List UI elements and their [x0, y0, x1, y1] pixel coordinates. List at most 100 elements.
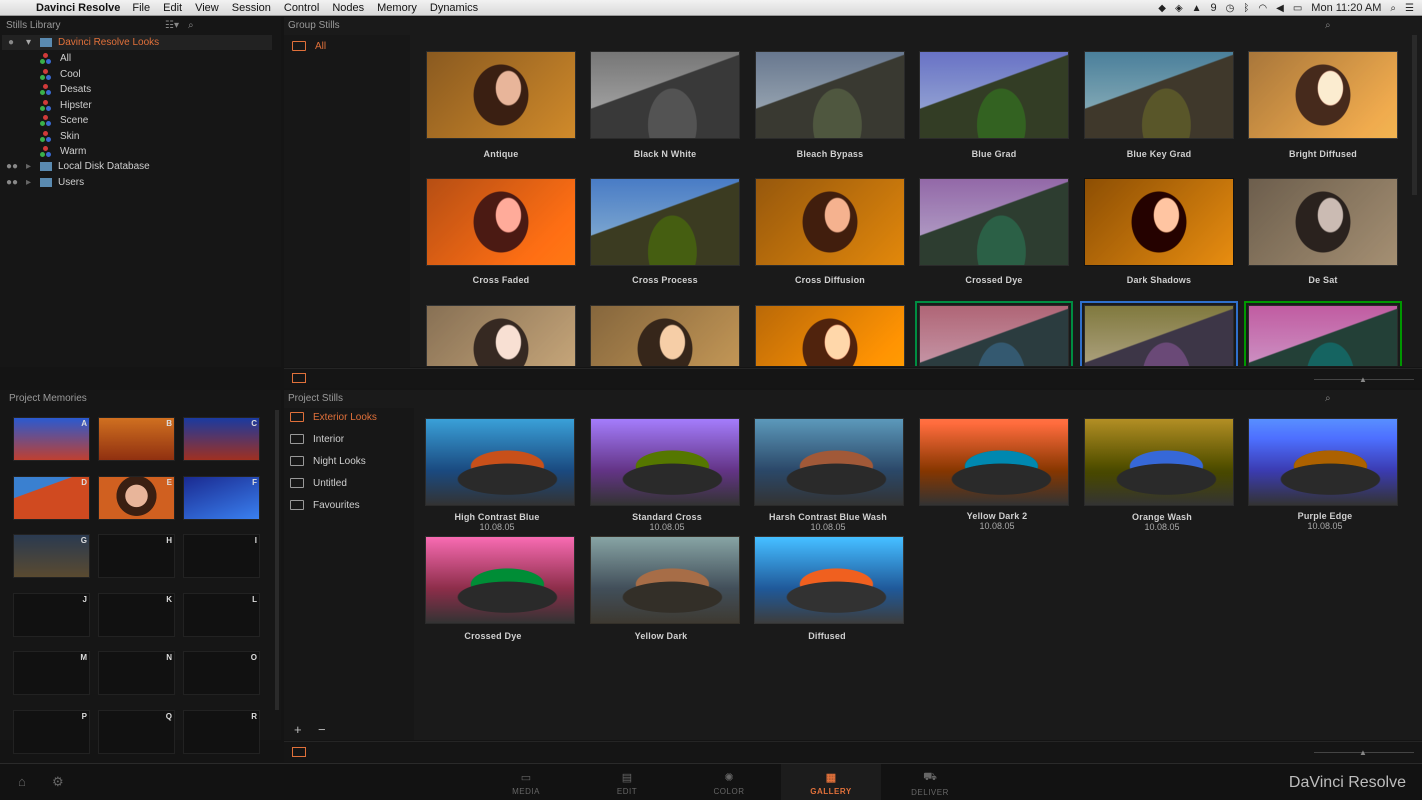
still-thumbnail[interactable] — [754, 536, 904, 624]
view-options-icon[interactable]: ☷▾ — [165, 20, 179, 31]
still-thumbnail[interactable] — [1084, 418, 1234, 506]
tree-item-cool[interactable]: Cool — [2, 67, 272, 82]
folder-night-looks[interactable]: Night Looks — [290, 453, 410, 469]
tree-item-davinci-looks[interactable]: ● ▾ Davinci Resolve Looks — [2, 35, 272, 50]
still-thumbnail[interactable] — [755, 305, 905, 366]
memory-slot-m[interactable]: M — [13, 651, 90, 695]
search-icon[interactable]: ⌕ — [188, 20, 194, 31]
disclosure-triangle-icon[interactable]: ▾ — [26, 37, 40, 48]
search-icon[interactable]: ⌕ — [1325, 393, 1331, 404]
tree-item-warm[interactable]: Warm — [2, 144, 272, 159]
list-menu-icon[interactable]: ☰ — [1405, 3, 1414, 14]
still-thumbnail[interactable] — [1248, 178, 1398, 266]
add-folder-button[interactable]: + — [294, 722, 302, 737]
home-icon[interactable]: ⌂ — [18, 774, 26, 789]
memory-slot-o[interactable]: O — [183, 651, 260, 695]
settings-gear-icon[interactable]: ⚙ — [52, 774, 64, 790]
memory-slot-j[interactable]: J — [13, 592, 90, 637]
zoom-slider-handle[interactable]: ▲ — [1359, 748, 1367, 757]
sync-icon[interactable]: ◈ — [1175, 3, 1183, 14]
new-album-icon[interactable] — [292, 747, 306, 757]
memory-slot-f[interactable]: F — [183, 475, 260, 520]
still-thumbnail[interactable] — [425, 418, 575, 506]
memory-slot-l[interactable]: L — [183, 592, 260, 637]
tree-item-all[interactable]: All — [2, 51, 272, 66]
app-name-menu[interactable]: Davinci Resolve — [36, 2, 120, 14]
spotlight-search-icon[interactable]: ⌕ — [1390, 3, 1396, 14]
adobe-icon[interactable]: ▲ — [1192, 3, 1202, 14]
still-thumbnail[interactable] — [590, 178, 740, 266]
still-thumbnail[interactable] — [590, 536, 740, 624]
menu-nodes[interactable]: Nodes — [332, 2, 364, 14]
memory-slot-a[interactable]: A — [13, 417, 90, 461]
menu-dynamics[interactable]: Dynamics — [430, 2, 478, 14]
tab-deliver[interactable]: ⛟ DELIVER — [880, 764, 980, 800]
folder-untitled[interactable]: Untitled — [290, 475, 410, 491]
remove-folder-button[interactable]: − — [318, 722, 326, 737]
menu-edit[interactable]: Edit — [163, 2, 182, 14]
tab-gallery[interactable]: ▦ GALLERY — [781, 764, 881, 800]
memory-slot-e[interactable]: E — [98, 475, 175, 520]
still-thumbnail[interactable] — [426, 51, 576, 139]
folder-interior[interactable]: Interior — [290, 431, 410, 447]
vertical-scrollbar[interactable] — [1412, 35, 1417, 195]
still-thumbnail[interactable] — [590, 418, 740, 506]
new-album-icon[interactable] — [292, 373, 306, 383]
tree-item-skin[interactable]: Skin — [2, 129, 272, 144]
disclosure-triangle-icon[interactable]: ▸ — [26, 177, 40, 188]
folder-favourites[interactable]: Favourites — [290, 497, 410, 513]
still-thumbnail[interactable] — [1248, 418, 1398, 506]
battery-icon[interactable]: ▭ — [1293, 3, 1302, 14]
menu-file[interactable]: File — [132, 2, 150, 14]
memory-slot-p[interactable]: P — [13, 709, 90, 754]
still-thumbnail[interactable] — [590, 305, 740, 366]
still-thumbnail[interactable] — [919, 418, 1069, 506]
search-icon[interactable]: ⌕ — [1325, 20, 1331, 31]
menu-view[interactable]: View — [195, 2, 219, 14]
still-thumbnail[interactable] — [755, 178, 905, 266]
disclosure-triangle-icon[interactable]: ▸ — [26, 161, 40, 172]
memory-slot-c[interactable]: C — [183, 417, 260, 461]
bluetooth-icon[interactable]: ᛒ — [1243, 3, 1249, 14]
memory-slot-n[interactable]: N — [98, 651, 175, 695]
tree-item-users[interactable]: ●● ▸ Users — [2, 175, 272, 190]
still-thumbnail[interactable] — [919, 178, 1069, 266]
evernote-icon[interactable]: ◆ — [1158, 3, 1166, 14]
memory-slot-i[interactable]: I — [183, 534, 260, 578]
folder-all[interactable]: All — [292, 38, 412, 54]
still-thumbnail[interactable] — [426, 178, 576, 266]
tab-edit[interactable]: ▤ EDIT — [577, 764, 677, 800]
wifi-icon[interactable]: ◠ — [1258, 3, 1267, 14]
vertical-scrollbar[interactable] — [275, 410, 279, 710]
still-thumbnail[interactable] — [754, 418, 904, 506]
still-thumbnail[interactable] — [426, 305, 576, 366]
memory-slot-r[interactable]: R — [183, 709, 260, 754]
menu-control[interactable]: Control — [284, 2, 319, 14]
memory-slot-b[interactable]: B — [98, 417, 175, 461]
time-machine-icon[interactable]: ◷ — [1226, 3, 1235, 14]
tab-media[interactable]: ▭ MEDIA — [476, 764, 576, 800]
folder-exterior-looks[interactable]: Exterior Looks — [290, 409, 410, 425]
still-thumbnail[interactable] — [590, 51, 740, 139]
memory-slot-g[interactable]: G — [13, 534, 90, 578]
clock[interactable]: Mon 11:20 AM — [1311, 2, 1381, 14]
volume-icon[interactable]: ◀ — [1276, 3, 1284, 14]
tree-item-scene[interactable]: Scene — [2, 113, 272, 128]
zoom-slider-handle[interactable]: ▲ — [1359, 375, 1367, 384]
still-thumbnail[interactable] — [1080, 301, 1238, 366]
still-thumbnail[interactable] — [1244, 301, 1402, 366]
still-thumbnail[interactable] — [915, 301, 1073, 366]
tree-item-desats[interactable]: Desats — [2, 82, 272, 97]
memory-slot-d[interactable]: D — [13, 475, 90, 520]
menu-memory[interactable]: Memory — [377, 2, 417, 14]
tab-color[interactable]: ✺ COLOR — [679, 764, 779, 800]
still-thumbnail[interactable] — [1248, 51, 1398, 139]
tree-item-hipster[interactable]: Hipster — [2, 98, 272, 113]
tree-item-local-disk[interactable]: ●● ▸ Local Disk Database — [2, 159, 272, 174]
still-thumbnail[interactable] — [919, 51, 1069, 139]
still-thumbnail[interactable] — [1084, 178, 1234, 266]
still-thumbnail[interactable] — [425, 536, 575, 624]
still-thumbnail[interactable] — [755, 51, 905, 139]
memory-slot-k[interactable]: K — [98, 592, 175, 637]
memory-slot-q[interactable]: Q — [98, 709, 175, 754]
